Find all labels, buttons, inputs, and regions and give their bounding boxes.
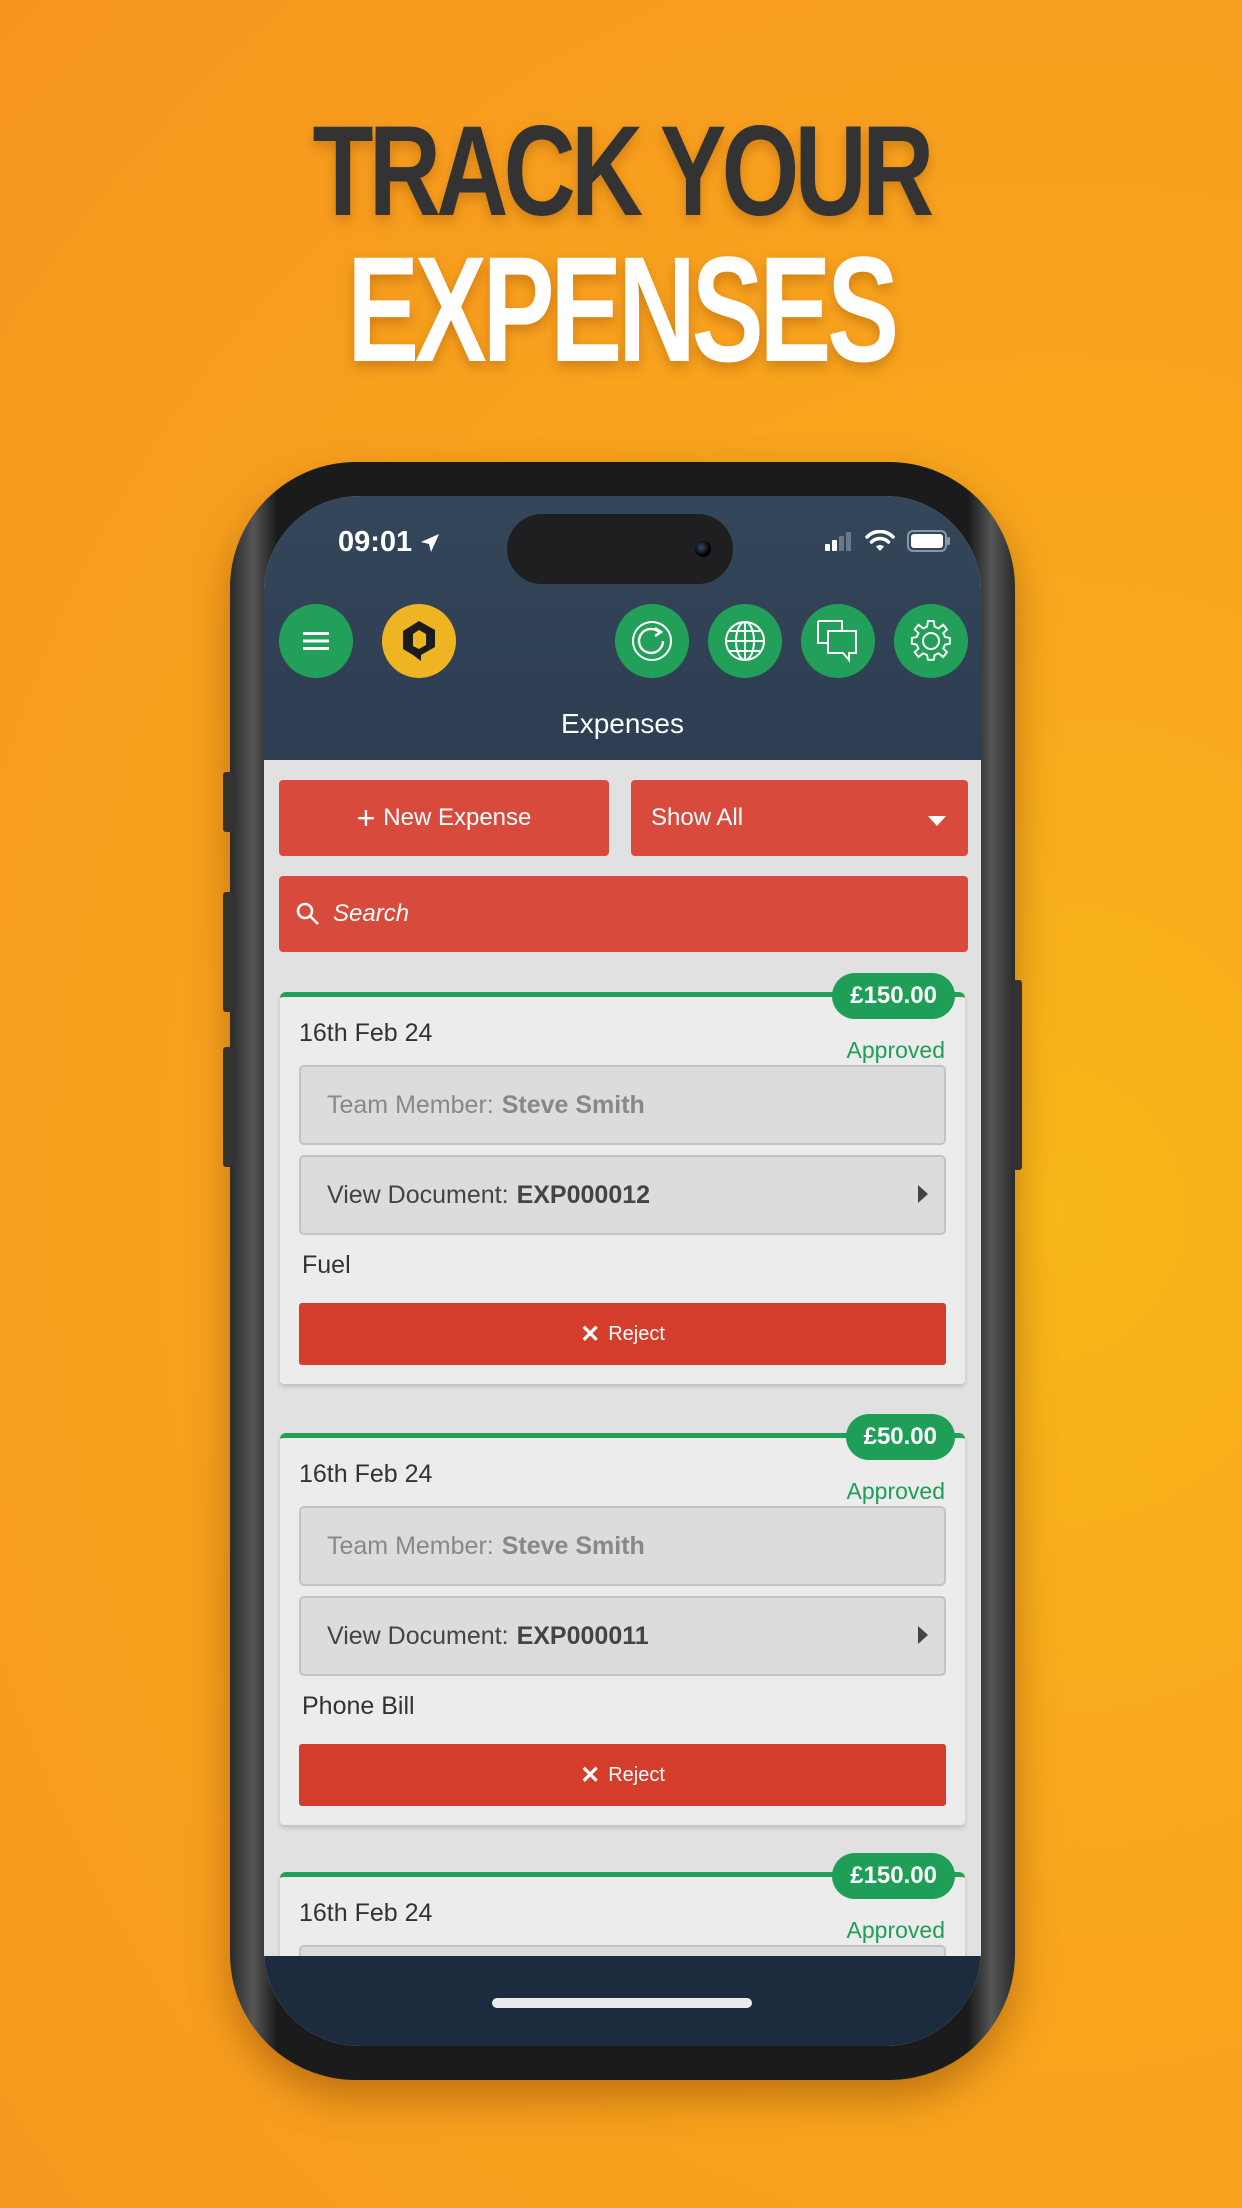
gear-icon (910, 619, 951, 661)
phone-screen: 09:01 Expenses + New Expense Show All Se… (264, 496, 981, 2046)
home-indicator[interactable] (492, 1998, 752, 2008)
refresh-button[interactable] (615, 604, 689, 678)
search-icon (296, 902, 319, 925)
time-text: 09:01 (338, 526, 413, 558)
amount-badge: £50.00 (845, 1414, 955, 1460)
phone-volume-up-button (223, 892, 233, 1012)
signal-icon (825, 532, 851, 551)
team-member-value: Steve Smith (501, 1531, 645, 1560)
chevron-right-icon (918, 1185, 928, 1203)
expense-date: 16th Feb 24 (299, 1460, 433, 1488)
team-member-label: Team Member: (327, 1531, 494, 1560)
refresh-icon (632, 621, 672, 661)
plus-icon: + (356, 800, 376, 836)
reject-label: Reject (608, 1763, 665, 1786)
team-member-value: Steve Smith (501, 1090, 645, 1119)
app-header: 09:01 Expenses (264, 496, 981, 760)
headline-line-2: EXPENSES (347, 225, 899, 393)
headline-line-1: TRACK YOUR (312, 100, 935, 243)
document-label: View Document: (327, 1621, 509, 1650)
expense-date: 16th Feb 24 (299, 1899, 433, 1927)
status-label: Approved (846, 1037, 945, 1063)
messages-button[interactable] (801, 604, 875, 678)
phone-power-button (1012, 980, 1022, 1170)
reject-button[interactable]: ✕ Reject (299, 1744, 946, 1806)
filter-selected-value: Show All (651, 804, 744, 831)
dropdown-caret-icon (928, 816, 946, 826)
language-button[interactable] (708, 604, 782, 678)
app-logo-button[interactable] (382, 604, 456, 678)
status-bar-indicators (825, 530, 951, 552)
reject-button[interactable]: ✕ Reject (299, 1303, 946, 1365)
globe-icon (725, 621, 765, 661)
phone-frame: 09:01 Expenses + New Expense Show All Se… (223, 462, 1022, 2080)
search-placeholder: Search (333, 900, 410, 927)
expense-category: Fuel (302, 1251, 351, 1279)
expense-card: £150.00 16th Feb 24 Approved Team Member… (280, 973, 965, 1384)
reject-label: Reject (608, 1322, 665, 1345)
close-icon: ✕ (580, 1320, 601, 1348)
view-document-button[interactable]: View Document: EXP000012 (299, 1155, 946, 1235)
document-label: View Document: (327, 1180, 509, 1209)
team-member-field: Team Member: Steve Smith (299, 1506, 946, 1586)
filter-select[interactable]: Show All (631, 780, 968, 856)
phone-volume-down-button (223, 1047, 233, 1167)
document-id: EXP000011 (516, 1621, 649, 1650)
status-label: Approved (846, 1478, 945, 1504)
status-label: Approved (846, 1917, 945, 1943)
wifi-icon (865, 530, 895, 551)
new-expense-button[interactable]: + New Expense (279, 780, 609, 856)
page-title: Expenses (561, 708, 684, 739)
phone-action-button (223, 772, 233, 832)
team-member-label: Team Member: (327, 1090, 494, 1119)
status-bar-time: 09:01 (338, 526, 442, 559)
hamburger-icon (303, 632, 329, 650)
amount-badge: £150.00 (832, 973, 955, 1019)
close-icon: ✕ (580, 1761, 601, 1789)
document-id: EXP000012 (516, 1180, 651, 1209)
battery-icon (907, 530, 950, 552)
bottom-bar (264, 1956, 981, 2046)
expense-category: Phone Bill (302, 1692, 415, 1720)
amount-badge: £150.00 (832, 1853, 955, 1899)
view-document-button[interactable]: View Document: EXP000011 (299, 1596, 946, 1676)
search-input[interactable]: Search (279, 876, 968, 952)
headline: TRACK YOUR EXPENSES (0, 100, 1242, 393)
team-member-field (299, 1945, 946, 1956)
camera-icon (695, 541, 711, 557)
menu-button[interactable] (279, 604, 353, 678)
new-expense-label: New Expense (383, 804, 532, 831)
dynamic-island (507, 514, 733, 584)
expenses-content[interactable]: + New Expense Show All Search £150.00 16… (264, 760, 981, 1956)
settings-button[interactable] (894, 604, 968, 678)
chevron-right-icon (918, 1626, 928, 1644)
expense-card: £150.00 16th Feb 24 Approved (280, 1853, 965, 1956)
location-arrow-icon (421, 533, 440, 552)
app-logo-icon (403, 621, 435, 661)
expense-card: £50.00 16th Feb 24 Approved Team Member:… (280, 1414, 965, 1825)
chat-icon (817, 620, 857, 663)
expense-date: 16th Feb 24 (299, 1019, 433, 1047)
team-member-field: Team Member: Steve Smith (299, 1065, 946, 1145)
